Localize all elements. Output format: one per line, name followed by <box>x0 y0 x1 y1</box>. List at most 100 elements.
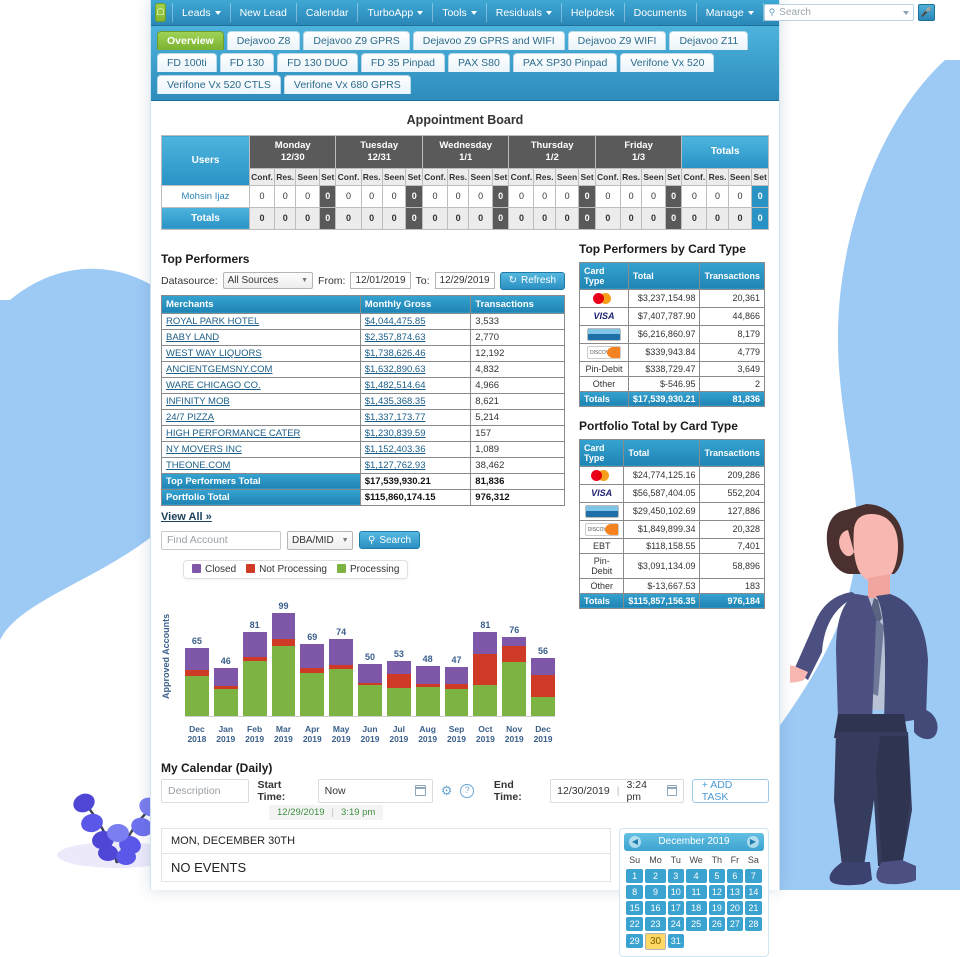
gross-link[interactable]: $1,482,514.64 <box>365 380 426 391</box>
calendar-icon[interactable] <box>666 785 677 797</box>
task-description-input[interactable]: Description <box>161 778 250 803</box>
account-type-select[interactable]: DBA/MID ▼ <box>287 530 353 550</box>
datasource-select[interactable]: All Sources ▼ <box>222 272 314 290</box>
tab-verifone-vx-520[interactable]: Verifone Vx 520 <box>620 53 715 72</box>
mini-calendar-day[interactable]: 3 <box>667 868 684 883</box>
nav-item-calendar[interactable]: Calendar <box>297 3 359 22</box>
board-user-link[interactable]: Mohsin Ijaz <box>161 184 250 208</box>
mini-calendar-day[interactable]: 20 <box>727 900 743 915</box>
mini-calendar-day[interactable]: 16 <box>645 900 666 915</box>
mini-calendar-day[interactable]: 14 <box>744 884 762 899</box>
merchant-link[interactable]: NY MOVERS INC <box>166 444 242 455</box>
mini-calendar-day[interactable]: 5 <box>708 868 726 883</box>
mini-calendar-day[interactable]: 29 <box>626 933 644 950</box>
gear-icon[interactable]: ⚙ <box>441 784 453 797</box>
nav-item-new-lead[interactable]: New Lead <box>231 3 297 22</box>
mini-calendar-day[interactable]: 24 <box>667 916 684 931</box>
mini-calendar-day[interactable]: 9 <box>645 884 666 899</box>
tab-pax-sp30-pinpad[interactable]: PAX SP30 Pinpad <box>512 53 618 72</box>
tab-verifone-vx-680-gprs[interactable]: Verifone Vx 680 GPRS <box>283 75 411 94</box>
chevron-down-icon[interactable] <box>902 10 909 15</box>
nav-item-helpdesk[interactable]: Helpdesk <box>562 3 625 22</box>
nav-item-turboapp[interactable]: TurboApp <box>358 3 434 22</box>
tab-dejavoo-z9-gprs[interactable]: Dejavoo Z9 GPRS <box>303 31 410 50</box>
mini-calendar-day[interactable]: 11 <box>685 884 707 899</box>
merchant-link[interactable]: THEONE.COM <box>166 460 230 471</box>
merchant-link[interactable]: INFINITY MOB <box>166 396 230 407</box>
gross-link[interactable]: $1,632,890.63 <box>365 364 426 375</box>
mini-calendar-day[interactable]: 27 <box>727 916 743 931</box>
merchant-link[interactable]: ANCIENTGEMSNY.COM <box>166 364 272 375</box>
mini-calendar-day[interactable]: 17 <box>667 900 684 915</box>
table-row: ANCIENTGEMSNY.COM $1,632,890.63 4,832 <box>161 360 565 378</box>
gross-link[interactable]: $1,152,403.36 <box>365 444 426 455</box>
mini-calendar-day[interactable]: 30 <box>645 932 666 950</box>
mini-calendar-day[interactable]: 19 <box>708 900 726 915</box>
nav-item-tools[interactable]: Tools <box>433 3 487 22</box>
nav-item-manage[interactable]: Manage <box>697 3 764 22</box>
gross-link[interactable]: $1,230,839.59 <box>365 428 426 439</box>
view-all-link[interactable]: View All » <box>161 511 212 523</box>
home-icon[interactable]: ☖ <box>155 3 166 22</box>
merchant-link[interactable]: WEST WAY LIQUORS <box>166 348 262 359</box>
mini-calendar-day[interactable]: 4 <box>685 868 707 883</box>
tab-fd-130-duo[interactable]: FD 130 DUO <box>277 53 358 72</box>
nav-item-residuals[interactable]: Residuals <box>487 3 562 22</box>
account-search-button[interactable]: ⚲ Search <box>359 531 421 550</box>
mini-calendar-day[interactable]: 8 <box>626 884 644 899</box>
end-time-input[interactable]: 12/30/2019 | 3:24 pm <box>550 778 684 803</box>
gross-link[interactable]: $1,127,762.93 <box>365 460 426 471</box>
mini-calendar-day[interactable]: 13 <box>727 884 743 899</box>
tab-dejavoo-z8[interactable]: Dejavoo Z8 <box>226 31 301 50</box>
merchant-link[interactable]: BABY LAND <box>166 332 219 343</box>
mini-calendar-day[interactable]: 23 <box>645 916 666 931</box>
tab-fd-130[interactable]: FD 130 <box>219 53 275 72</box>
chevron-left-icon[interactable]: ◀ <box>629 835 641 848</box>
mini-calendar-day[interactable]: 10 <box>667 884 684 899</box>
mini-calendar-day[interactable]: 18 <box>685 900 707 915</box>
application-window: ☖ Leads New Lead Calendar TurboApp Tools Resi… <box>150 0 935 957</box>
gross-link[interactable]: $1,435,368.35 <box>365 396 426 407</box>
nav-item-documents[interactable]: Documents <box>625 3 697 22</box>
mini-calendar-day[interactable]: 7 <box>744 868 762 883</box>
merchant-link[interactable]: 24/7 PIZZA <box>166 412 214 423</box>
gross-link[interactable]: $2,357,874.63 <box>365 332 426 343</box>
mini-calendar-day[interactable]: 28 <box>744 916 762 931</box>
gross-link[interactable]: $1,738,626.46 <box>365 348 426 359</box>
merchant-link[interactable]: HIGH PERFORMANCE CATER <box>166 428 300 439</box>
mini-calendar-day[interactable]: 12 <box>708 884 726 899</box>
merchant-link[interactable]: WARE CHICAGO CO. <box>166 380 261 391</box>
tab-fd-35-pinpad[interactable]: FD 35 Pinpad <box>360 53 446 72</box>
gross-link[interactable]: $1,337,173.77 <box>365 412 426 423</box>
tab-verifone-vx-520-ctls[interactable]: Verifone Vx 520 CTLS <box>157 75 281 94</box>
tab-fd-100ti[interactable]: FD 100ti <box>157 53 217 72</box>
tab-dejavoo-z11[interactable]: Dejavoo Z11 <box>669 31 749 50</box>
mini-calendar-day[interactable]: 1 <box>626 868 644 883</box>
mini-calendar-day[interactable]: 22 <box>626 916 644 931</box>
calendar-icon[interactable] <box>414 785 426 797</box>
search-input[interactable]: ⚲ Search <box>763 4 914 21</box>
mini-calendar-day[interactable]: 26 <box>708 916 726 931</box>
chevron-right-icon[interactable]: ▶ <box>747 835 759 848</box>
refresh-button[interactable]: ↻ Refresh <box>499 271 565 290</box>
mini-calendar-day[interactable]: 25 <box>685 916 707 931</box>
mini-calendar-day[interactable]: 31 <box>667 933 684 950</box>
tab-pax-s80[interactable]: PAX S80 <box>448 53 510 72</box>
tab-dejavoo-z9-wifi[interactable]: Dejavoo Z9 WIFI <box>567 31 667 50</box>
tab-dejavoo-z9-gprs-and-wifi[interactable]: Dejavoo Z9 GPRS and WIFI <box>412 31 565 50</box>
start-time-input[interactable]: Now <box>317 778 433 803</box>
mini-calendar-day[interactable]: 21 <box>744 900 762 915</box>
microphone-icon[interactable]: 🎤 <box>917 4 935 21</box>
add-task-button[interactable]: + ADD TASK <box>691 778 769 803</box>
to-date-input[interactable]: 12/29/2019 <box>434 272 495 290</box>
mini-calendar-day[interactable]: 6 <box>727 868 743 883</box>
help-icon[interactable]: ? <box>460 783 474 798</box>
tab-overview[interactable]: Overview <box>157 31 224 50</box>
mini-calendar-day[interactable]: 15 <box>626 900 644 915</box>
from-date-input[interactable]: 12/01/2019 <box>350 272 411 290</box>
gross-link[interactable]: $4,044,475.85 <box>365 316 426 327</box>
mini-calendar-day[interactable]: 2 <box>645 868 666 883</box>
find-account-input[interactable]: Find Account <box>161 530 281 550</box>
merchant-link[interactable]: ROYAL PARK HOTEL <box>166 316 259 327</box>
nav-item-leads[interactable]: Leads <box>171 3 231 22</box>
